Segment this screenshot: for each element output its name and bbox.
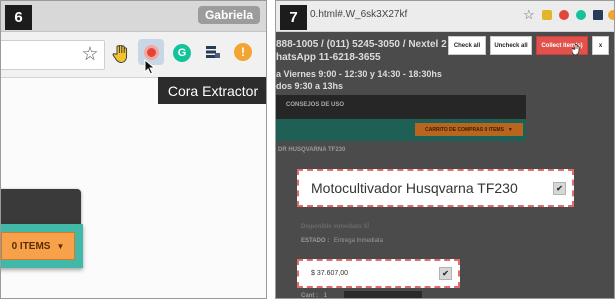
- bookmark-star-icon[interactable]: ☆: [79, 43, 101, 65]
- quantity-value: 1: [323, 293, 328, 299]
- browser-title-bar: Gabriela: [1, 1, 266, 32]
- chevron-down-icon: ▼: [507, 126, 513, 133]
- status-label: ESTADO :: [301, 238, 330, 244]
- mouse-cursor-icon: [144, 59, 156, 75]
- quantity-row: Cant : 1: [301, 293, 328, 299]
- step-6-panel: 6 Gabriela ☆ G ! Cora Extractor 0 ITEMS …: [0, 0, 267, 299]
- extension-tooltip: Cora Extractor: [158, 77, 266, 104]
- contact-phones: 888-1005 / (011) 5245-3050 / Nextel 2: [276, 39, 447, 50]
- dark-nav-bar: [1, 189, 81, 224]
- site-nav-bar: CONSEJOS DE USO: [276, 95, 526, 119]
- product-price: $ 37.607,00: [311, 270, 348, 277]
- profile-button[interactable]: Gabriela: [197, 6, 260, 24]
- grammarly-extension-icon[interactable]: G: [173, 44, 191, 62]
- hand-extension-icon[interactable]: [109, 43, 131, 65]
- url-text[interactable]: 0.html#.W_6sk3X27kf: [310, 9, 407, 20]
- hand-cursor-icon: [572, 44, 580, 56]
- opening-hours-saturday: dos 9:30 a 13hs: [276, 81, 344, 91]
- selected-product-title[interactable]: Motocultivador Husqvarna TF230 ✔: [297, 169, 574, 207]
- opening-hours: a Viernes 9:00 - 12:30 y 14:30 - 18:30hs: [276, 69, 442, 79]
- quantity-label: Cant :: [301, 293, 318, 299]
- hand-extension-icon[interactable]: [542, 10, 552, 20]
- browser-url-bar: 0.html#.W_6sk3X27kf ☆: [276, 1, 614, 32]
- cart-button-label: CARRITO DE COMPRAS 0 ITEMS: [425, 126, 504, 133]
- product-title: Motocultivador Husqvarna TF230: [311, 180, 518, 196]
- stack-extension-icon[interactable]: [593, 10, 603, 20]
- status-value: Entrega Inmediata: [333, 238, 383, 244]
- cart-button-label: 0 ITEMS: [11, 240, 51, 252]
- chevron-down-icon: ▼: [56, 241, 65, 251]
- step-7-panel: 7 0.html#.W_6sk3X27kf ☆ 888-1005 / (011)…: [275, 0, 615, 299]
- step-number-badge: 7: [280, 5, 307, 30]
- dimmed-web-page: 888-1005 / (011) 5245-3050 / Nextel 2 ha…: [276, 32, 614, 299]
- check-all-button[interactable]: Check all: [448, 36, 486, 55]
- close-button[interactable]: x: [592, 36, 609, 55]
- alert-extension-icon[interactable]: !: [234, 43, 252, 61]
- stack-extension-icon[interactable]: [204, 43, 222, 61]
- teal-header-bar: 0 ITEMS ▼: [1, 224, 83, 268]
- contact-whatsapp: hatsApp 11-6218-3655: [276, 52, 381, 63]
- cart-button[interactable]: 0 ITEMS ▼: [1, 232, 75, 260]
- bookmark-star-icon[interactable]: ☆: [523, 7, 535, 23]
- breadcrumb: DR HUSQVARNA TF230: [278, 147, 346, 153]
- alert-extension-icon[interactable]: [608, 10, 614, 20]
- teal-header-bar: CARRITO DE COMPRAS 0 ITEMS ▼: [276, 119, 526, 141]
- status-row: ESTADO : Entrega Inmediata: [301, 238, 383, 244]
- grammarly-extension-icon[interactable]: [576, 10, 586, 20]
- uncheck-all-button[interactable]: Uncheck all: [490, 36, 532, 55]
- availability-text: Disponible inmediato SÍ: [301, 224, 370, 230]
- database-icon: [206, 46, 220, 58]
- browser-toolbar: [1, 32, 266, 78]
- nav-link-consejos[interactable]: CONSEJOS DE USO: [286, 102, 344, 108]
- step-number-badge: 6: [5, 5, 32, 30]
- add-to-cart-button[interactable]: [344, 291, 422, 298]
- cart-button[interactable]: CARRITO DE COMPRAS 0 ITEMS ▼: [415, 123, 523, 136]
- hand-icon: [112, 45, 128, 63]
- selected-product-price[interactable]: $ 37.607,00 ✔: [297, 259, 460, 288]
- field-checkbox[interactable]: ✔: [553, 181, 566, 195]
- field-checkbox[interactable]: ✔: [439, 267, 452, 280]
- cora-extractor-extension-icon[interactable]: [559, 10, 569, 20]
